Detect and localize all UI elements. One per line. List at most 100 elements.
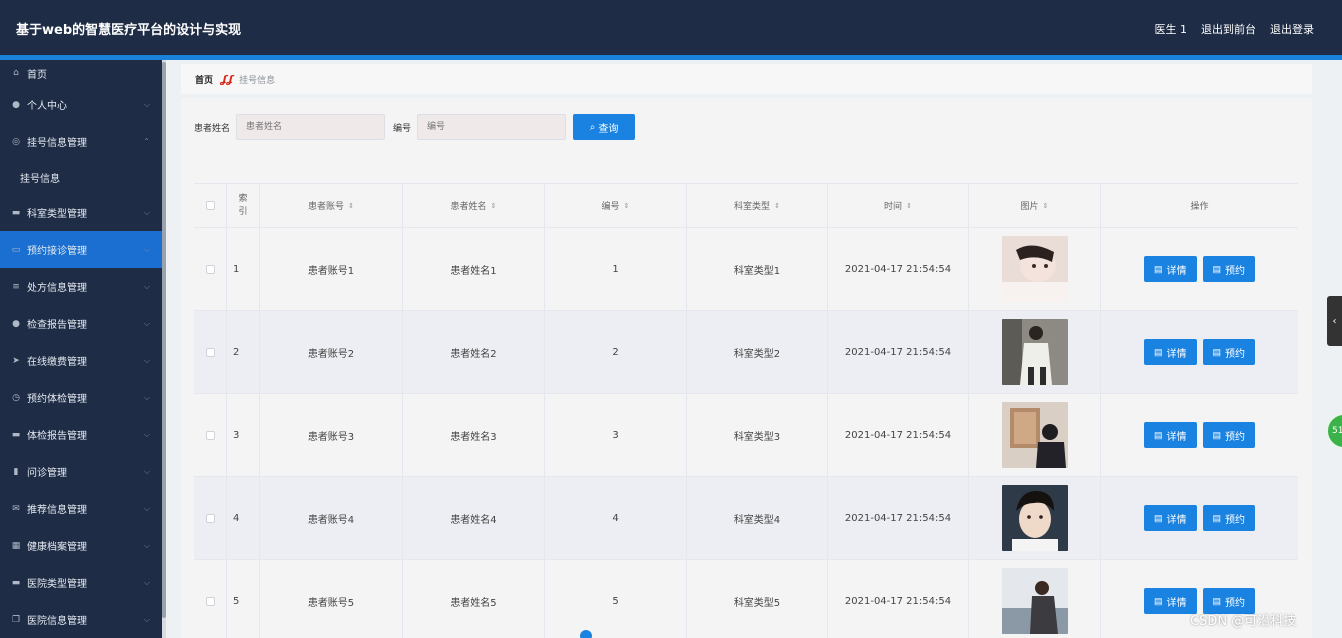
header-time-label: 时间 xyxy=(884,202,903,212)
search-row: 患者姓名 编号 ⌕ 查询 xyxy=(194,114,636,140)
patient-photo[interactable] xyxy=(1001,319,1068,385)
patient-photo[interactable] xyxy=(1001,236,1068,302)
scroll-indicator[interactable] xyxy=(580,630,592,638)
sidebar-item-label: 问诊管理 xyxy=(27,468,67,479)
cell-time: 2021-04-17 21:54:54 xyxy=(828,311,969,393)
header-dept[interactable]: 科室类型 ⇕ xyxy=(687,184,828,227)
sidebar-item-department-type[interactable]: ▬ 科室类型管理 ⌵ xyxy=(0,194,162,231)
sidebar-item-label: 科室类型管理 xyxy=(27,209,87,220)
number-input[interactable] xyxy=(417,114,567,140)
floating-badge[interactable]: 51 xyxy=(1326,413,1342,449)
cell-dept: 科室类型4 xyxy=(687,477,828,559)
sidebar-item-label: 挂号信息管理 xyxy=(27,138,87,149)
sidebar-item-hospital-info[interactable]: ❐ 医院信息管理 ⌵ xyxy=(0,601,162,638)
sort-icon[interactable]: ⇕ xyxy=(624,202,630,210)
sort-icon[interactable]: ⇕ xyxy=(491,202,497,210)
logout-link[interactable]: 退出登录 xyxy=(1270,21,1314,37)
search-button[interactable]: ⌕ 查询 xyxy=(573,114,636,140)
header-image[interactable]: 图片 ⇕ xyxy=(969,184,1101,227)
book-button[interactable]: ▤ 预约 xyxy=(1202,256,1256,282)
main-area: 首页 ʆʆ 挂号信息 患者姓名 编号 ⌕ 查询 索引 患者账号⇕ 患者姓名⇕ 编… xyxy=(166,60,1328,638)
sidebar-item-recommendation[interactable]: ✉ 推荐信息管理 ⌵ xyxy=(0,490,162,527)
exit-to-front-link[interactable]: 退出到前台 xyxy=(1201,21,1256,37)
document-icon: ▤ xyxy=(1212,512,1222,523)
chevron-down-icon: ⌵ xyxy=(143,578,150,587)
user-icon: ● xyxy=(12,318,20,329)
select-all-checkbox[interactable] xyxy=(205,201,215,210)
sidebar-item-consultation[interactable]: ▮ 问诊管理 ⌵ xyxy=(0,453,162,490)
patient-photo[interactable] xyxy=(1001,485,1068,551)
row-checkbox[interactable] xyxy=(205,347,215,357)
book-button[interactable]: ▤ 预约 xyxy=(1202,505,1256,531)
side-toggle-tab[interactable]: ‹ xyxy=(1327,296,1342,346)
cell-name: 患者姓名3 xyxy=(403,394,545,476)
row-checkbox[interactable] xyxy=(205,513,215,523)
sidebar-item-physical-booking[interactable]: ◷ 预约体检管理 ⌵ xyxy=(0,379,162,416)
current-user[interactable]: 医生 1 xyxy=(1155,21,1188,37)
sidebar-item-personal-center[interactable]: ● 个人中心 ⌵ xyxy=(0,86,162,123)
table-row: 4 患者账号4 患者姓名4 4 科室类型4 2021-04-17 21:54:5… xyxy=(194,477,1298,560)
cell-number: 5 xyxy=(545,560,687,638)
detail-button[interactable]: ▤ 详情 xyxy=(1143,339,1197,365)
sort-icon[interactable]: ⇕ xyxy=(348,202,354,210)
sidebar-item-health-record[interactable]: ▦ 健康档案管理 ⌵ xyxy=(0,527,162,564)
book-button[interactable]: ▤ 预约 xyxy=(1202,422,1256,448)
app-title: 基于web的智慧医疗平台的设计与实现 xyxy=(16,23,242,38)
copy-icon: ❐ xyxy=(11,614,21,625)
cell-number: 3 xyxy=(545,394,687,476)
document-icon: ▤ xyxy=(1212,595,1222,606)
chevron-down-icon: ⌵ xyxy=(143,208,150,217)
sidebar-item-registration-info[interactable]: 挂号信息 xyxy=(0,160,162,194)
breadcrumb: 首页 ʆʆ 挂号信息 xyxy=(181,64,1312,94)
document-icon: ▤ xyxy=(1212,429,1222,440)
detail-button[interactable]: ▤ 详情 xyxy=(1143,256,1197,282)
breadcrumb-home[interactable]: 首页 xyxy=(195,73,213,86)
row-checkbox[interactable] xyxy=(205,430,215,440)
cell-dept: 科室类型1 xyxy=(687,228,828,310)
document-icon: ▤ xyxy=(1153,512,1163,523)
chevron-down-icon: ⌵ xyxy=(143,319,150,328)
user-icon: ● xyxy=(12,99,20,110)
sidebar-item-registration-management[interactable]: ◎ 挂号信息管理 ⌃ xyxy=(0,123,162,160)
search-button-label: 查询 xyxy=(598,123,619,135)
sort-icon[interactable]: ⇕ xyxy=(1043,202,1049,210)
header-name[interactable]: 患者姓名 ⇕ xyxy=(403,184,545,227)
cell-index: 4 xyxy=(227,477,260,559)
header-number[interactable]: 编号 ⇕ xyxy=(545,184,687,227)
patient-name-input[interactable] xyxy=(236,114,386,140)
row-checkbox[interactable] xyxy=(205,596,215,606)
chevron-down-icon: ⌵ xyxy=(143,393,150,402)
document-icon: ▤ xyxy=(1153,346,1163,357)
chevron-down-icon: ⌵ xyxy=(143,245,150,254)
sidebar-item-hospital-type[interactable]: ▬ 医院类型管理 ⌵ xyxy=(0,564,162,601)
detail-button[interactable]: ▤ 详情 xyxy=(1143,505,1197,531)
detail-button[interactable]: ▤ 详情 xyxy=(1143,588,1197,614)
sort-icon[interactable]: ⇕ xyxy=(774,202,780,210)
cell-number: 4 xyxy=(545,477,687,559)
chevron-down-icon: ⌵ xyxy=(143,282,150,291)
sidebar-item-prescription[interactable]: ≡ 处方信息管理 ⌵ xyxy=(0,268,162,305)
separator-icon: ʆʆ xyxy=(221,72,234,86)
patient-photo[interactable] xyxy=(1001,402,1068,468)
cell-index: 2 xyxy=(227,311,260,393)
header-account[interactable]: 患者账号 ⇕ xyxy=(260,184,403,227)
header-image-label: 图片 xyxy=(1020,202,1039,212)
mail-icon: ✉ xyxy=(12,503,20,514)
header-actions: 操作 xyxy=(1101,184,1298,227)
sort-icon[interactable]: ⇕ xyxy=(906,202,912,210)
patient-photo[interactable] xyxy=(1001,568,1068,634)
detail-button[interactable]: ▤ 详情 xyxy=(1143,422,1197,448)
sidebar-item-appointment[interactable]: ▭ 预约接诊管理 ⌵ xyxy=(0,231,162,268)
sidebar-item-online-payment[interactable]: ➤ 在线缴费管理 ⌵ xyxy=(0,342,162,379)
sidebar-item-label: 个人中心 xyxy=(27,101,67,112)
table-row: 3 患者账号3 患者姓名3 3 科室类型3 2021-04-17 21:54:5… xyxy=(194,394,1298,477)
sidebar-item-physical-report[interactable]: ▬ 体检报告管理 ⌵ xyxy=(0,416,162,453)
sidebar-item-home[interactable]: ⌂ 首页 xyxy=(0,60,162,86)
header-time[interactable]: 时间 ⇕ xyxy=(828,184,969,227)
book-button[interactable]: ▤ 预约 xyxy=(1202,339,1256,365)
row-checkbox[interactable] xyxy=(205,264,215,274)
sidebar-item-label: 在线缴费管理 xyxy=(27,357,87,368)
sidebar-item-exam-report[interactable]: ● 检查报告管理 ⌵ xyxy=(0,305,162,342)
cell-dept: 科室类型3 xyxy=(687,394,828,476)
content-panel: 患者姓名 编号 ⌕ 查询 索引 患者账号⇕ 患者姓名⇕ 编号⇕ 科室类型⇕ 时间… xyxy=(181,98,1312,638)
